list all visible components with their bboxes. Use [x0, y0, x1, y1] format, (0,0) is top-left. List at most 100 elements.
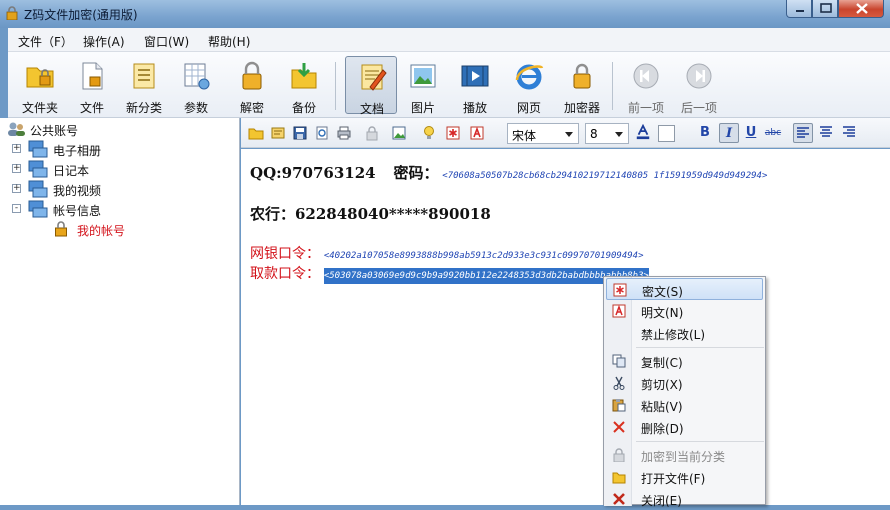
- tree-item-account-info[interactable]: - 帐号信息: [12, 200, 212, 218]
- font-family-select[interactable]: 宋体: [507, 123, 579, 144]
- plaintext-icon[interactable]: [469, 125, 485, 141]
- paste-icon: [612, 399, 626, 412]
- window-title: Z码文件加密(通用版): [24, 8, 138, 22]
- menu-item-open-file[interactable]: 打开文件(F): [606, 466, 763, 488]
- close-icon: [856, 3, 868, 14]
- document-edit-icon: [361, 64, 387, 91]
- users-icon: [8, 122, 25, 136]
- prev-button[interactable]: 前一项: [620, 56, 672, 115]
- minimize-button[interactable]: [786, 0, 812, 18]
- scissors-icon: [613, 376, 625, 390]
- chevron-down-icon: [615, 132, 623, 137]
- strikethrough-button[interactable]: abc: [763, 123, 783, 143]
- insert-image-icon[interactable]: [391, 125, 407, 141]
- menu-item-delete[interactable]: 删除(D): [606, 416, 763, 438]
- expand-plus-icon[interactable]: +: [12, 164, 21, 173]
- delete-x-icon: [613, 421, 625, 433]
- save-icon[interactable]: [292, 125, 308, 141]
- encryptor-button[interactable]: 加密器: [556, 56, 608, 115]
- file-icon: [82, 62, 103, 90]
- toolbar-separator: [612, 62, 613, 110]
- menu-file[interactable]: 文件（F）: [18, 33, 73, 50]
- menu-item-encrypt-to-category: 加密到当前分类: [606, 444, 763, 466]
- new-category-button[interactable]: 新分类: [118, 56, 170, 115]
- withdraw-line: 取款口令： <503078a03069e9d9c9b9a9920bb112e22…: [250, 263, 649, 284]
- collapse-minus-icon[interactable]: -: [12, 204, 21, 213]
- context-menu: 密文(S) 明文(N) 禁止修改(L) 复制(C) 剪切(X) 粘贴(V) 删除…: [603, 276, 766, 508]
- webpage-button[interactable]: 网页: [503, 56, 555, 115]
- close-window-button[interactable]: [838, 0, 884, 18]
- menu-item-copy[interactable]: 复制(C): [606, 350, 763, 372]
- align-right-button[interactable]: [839, 123, 859, 143]
- folder-button[interactable]: 文件夹: [14, 56, 66, 115]
- menu-help[interactable]: 帮助(H): [208, 33, 250, 50]
- menu-item-no-edit[interactable]: 禁止修改(L): [606, 322, 763, 344]
- chevron-down-icon: [565, 132, 573, 137]
- menu-operate[interactable]: 操作(A): [83, 33, 125, 50]
- document-button[interactable]: 文档: [345, 56, 397, 116]
- document-editor[interactable]: QQ:970763124 密码： <70608a50507b28cb68cb29…: [241, 149, 890, 505]
- open-folder-icon[interactable]: [248, 125, 264, 141]
- print-preview-icon[interactable]: [314, 125, 330, 141]
- expand-plus-icon[interactable]: +: [12, 144, 21, 153]
- unlock-icon: [242, 61, 262, 90]
- qq-line: QQ:970763124 密码： <70608a50507b28cb68cb29…: [250, 162, 767, 183]
- italic-button[interactable]: I: [719, 123, 739, 143]
- online-banking-cipher: <40202a107058e8993888b998ab5913c2d933e3c…: [323, 251, 644, 261]
- menu-item-cipher[interactable]: 密文(S): [606, 278, 763, 300]
- decrypt-button[interactable]: 解密: [226, 56, 278, 115]
- align-left-button[interactable]: [793, 123, 813, 143]
- lightbulb-icon[interactable]: [421, 125, 437, 141]
- withdraw-label: 取款口令：: [250, 266, 320, 282]
- expand-plus-icon[interactable]: +: [12, 184, 21, 193]
- maximize-button[interactable]: [812, 0, 838, 18]
- copy-icon: [612, 354, 626, 368]
- cipher-icon: [613, 283, 627, 297]
- minimize-icon: [796, 10, 804, 12]
- font-color-icon[interactable]: [635, 124, 651, 140]
- close-x-icon: [613, 493, 625, 505]
- folder-lock-icon: [26, 67, 54, 88]
- withdraw-cipher-selected[interactable]: <503078a03069e9d9c9b9a9920bb112e2248353d…: [323, 268, 649, 284]
- font-size-select[interactable]: 8: [585, 123, 629, 144]
- lock-icon: [573, 63, 591, 89]
- menu-window[interactable]: 窗口(W): [144, 33, 189, 50]
- params-button[interactable]: 参数: [170, 56, 222, 115]
- title-bar: Z码文件加密(通用版): [0, 0, 890, 28]
- prev-icon: [633, 63, 659, 89]
- align-right-icon: [843, 126, 855, 137]
- menu-bar: 文件（F） 操作(A) 窗口(W) 帮助(H): [8, 28, 890, 52]
- next-icon: [686, 63, 712, 89]
- picture-button[interactable]: 图片: [397, 56, 449, 115]
- category-network-icon: [28, 140, 48, 158]
- menu-item-paste[interactable]: 粘贴(V): [606, 394, 763, 416]
- underline-button[interactable]: U: [741, 123, 761, 143]
- highlight-icon[interactable]: [270, 125, 286, 141]
- online-banking-label: 网银口令：: [250, 246, 320, 262]
- bold-button[interactable]: B: [695, 123, 715, 143]
- editor-toolbar: 宋体 8 B I U abc: [241, 118, 890, 148]
- backup-button[interactable]: 备份: [278, 56, 330, 115]
- menu-item-plaintext[interactable]: 明文(N): [606, 300, 763, 322]
- video-icon: [461, 65, 489, 87]
- next-button[interactable]: 后一项: [673, 56, 725, 115]
- online-banking-line: 网银口令： <40202a107058e8993888b998ab5913c2d…: [250, 243, 644, 263]
- align-center-button[interactable]: [816, 123, 836, 143]
- lock-disabled-icon: [613, 448, 625, 462]
- menu-item-close[interactable]: 关闭(E): [606, 488, 763, 510]
- align-left-icon: [797, 127, 809, 138]
- menu-item-cut[interactable]: 剪切(X): [606, 372, 763, 394]
- maximize-icon: [820, 3, 832, 13]
- tree-item-diary[interactable]: + 日记本: [12, 160, 212, 178]
- file-button[interactable]: 文件: [66, 56, 118, 115]
- tree-item-my-videos[interactable]: + 我的视频: [12, 180, 212, 198]
- background-color-swatch[interactable]: [658, 125, 675, 142]
- lock-icon: [55, 221, 67, 237]
- cipher-icon[interactable]: [445, 125, 461, 141]
- plaintext-icon: [612, 304, 626, 318]
- tree-item-my-account[interactable]: 我的帐号: [54, 220, 214, 238]
- tree-item-photo-album[interactable]: + 电子相册: [12, 140, 212, 158]
- play-button[interactable]: 播放: [449, 56, 501, 115]
- tree-root-public-accounts[interactable]: 公共账号: [6, 120, 206, 138]
- print-icon[interactable]: [336, 125, 352, 141]
